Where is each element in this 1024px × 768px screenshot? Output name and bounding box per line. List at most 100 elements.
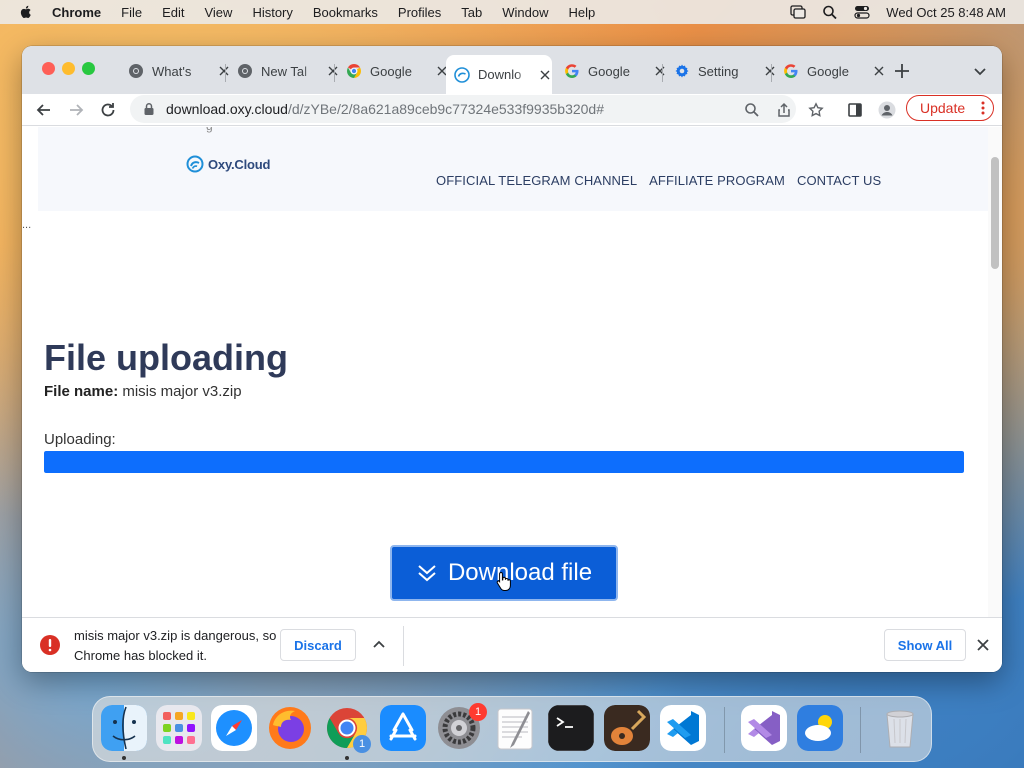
url-path: /d/zYBe/2/8a621a89ceb9c77324e533f9935b32…	[287, 101, 605, 117]
file-name-label: File name:	[44, 383, 119, 400]
nav-affiliate-program[interactable]: AFFILIATE PROGRAM	[649, 173, 785, 188]
nav-telegram-channel[interactable]: OFFICIAL TELEGRAM CHANNEL	[436, 173, 637, 188]
oxycloud-logo[interactable]: Oxy.Cloud	[186, 155, 270, 173]
tab-search-chevron-icon[interactable]	[972, 63, 988, 79]
tab-google-3[interactable]: Google	[775, 55, 887, 87]
menu-bookmarks[interactable]: Bookmarks	[313, 5, 378, 20]
chevron-up-icon[interactable]	[372, 638, 386, 652]
tab-title: Google	[370, 63, 412, 79]
clipped-text: g	[206, 127, 213, 133]
back-arrow-icon[interactable]	[34, 100, 54, 120]
dock-separator	[860, 707, 861, 753]
ellipsis-text: ...	[22, 219, 32, 231]
menu-app-name[interactable]: Chrome	[52, 5, 101, 20]
tab-close-icon[interactable]	[871, 63, 887, 79]
download-shelf: misis major v3.zip is dangerous, so Chro…	[22, 617, 1002, 672]
tab-separator	[771, 64, 772, 82]
tab-google-1[interactable]: Google	[338, 55, 450, 87]
menubar-clock[interactable]: Wed Oct 25 8:48 AM	[886, 5, 1006, 20]
close-window-button[interactable]	[42, 62, 55, 75]
file-name-value: misis major v3.zip	[122, 383, 242, 400]
new-tab-plus-icon[interactable]	[892, 61, 912, 81]
settings-dock-badge: 1	[469, 703, 487, 721]
share-icon[interactable]	[776, 102, 792, 118]
spotlight-search-icon[interactable]	[822, 5, 838, 19]
finder-icon[interactable]	[101, 705, 147, 751]
update-button[interactable]: Update	[906, 95, 994, 121]
tab-google-2[interactable]: Google	[556, 55, 668, 87]
browser-toolbar: download.oxy.cloud/d/zYBe/2/8a621a89ceb9…	[22, 94, 1002, 126]
google-g-icon	[565, 64, 579, 78]
forward-arrow-icon[interactable]	[66, 100, 86, 120]
more-vertical-icon	[981, 101, 985, 115]
chrome-dock-badge: 1	[353, 735, 371, 753]
tab-separator	[225, 64, 226, 82]
page-viewport: g Oxy.Cloud OFFICIAL TELEGRAM CHANNEL AF…	[22, 127, 988, 617]
garageband-icon[interactable]	[604, 705, 650, 751]
vscode-icon[interactable]	[660, 705, 706, 751]
menu-view[interactable]: View	[204, 5, 232, 20]
site-header: g Oxy.Cloud OFFICIAL TELEGRAM CHANNEL AF…	[38, 127, 988, 211]
scrollbar-thumb[interactable]	[991, 157, 999, 269]
safari-icon[interactable]	[211, 705, 257, 751]
danger-warning-icon	[40, 635, 60, 655]
textedit-icon[interactable]	[492, 705, 538, 751]
discard-button[interactable]: Discard	[280, 629, 356, 661]
profile-avatar-icon[interactable]	[878, 101, 896, 119]
tab-title: Setting	[698, 63, 739, 79]
hand-pointer-cursor-icon	[496, 571, 511, 591]
menu-file[interactable]: File	[121, 5, 142, 20]
nav-contact-us[interactable]: CONTACT US	[797, 173, 881, 188]
menu-window[interactable]: Window	[502, 5, 548, 20]
bookmark-star-icon[interactable]	[808, 102, 824, 118]
address-bar[interactable]: download.oxy.cloud/d/zYBe/2/8a621a89ceb9…	[130, 95, 796, 123]
zoom-search-icon[interactable]	[744, 102, 760, 118]
uploading-label: Uploading:	[44, 431, 116, 448]
lock-icon[interactable]	[142, 102, 156, 116]
close-icon[interactable]	[976, 638, 990, 652]
menu-tab[interactable]: Tab	[461, 5, 482, 20]
reload-icon[interactable]	[98, 100, 118, 120]
chrome-running-dot	[345, 756, 349, 760]
tab-separator	[334, 64, 335, 82]
page-title: File uploading	[44, 337, 288, 378]
tab-whats-new[interactable]: What's	[120, 55, 232, 87]
apple-icon[interactable]	[18, 4, 34, 20]
chrome-window: What's New Tal Google Downlo Google Sett…	[22, 46, 1002, 672]
launchpad-icon[interactable]	[156, 705, 202, 751]
dock-separator	[724, 707, 725, 753]
update-label: Update	[920, 100, 966, 116]
minimize-window-button[interactable]	[62, 62, 75, 75]
url-host: download.oxy.cloud	[166, 101, 288, 117]
trash-icon[interactable]	[877, 705, 923, 751]
app-store-icon[interactable]	[380, 705, 426, 751]
menu-profiles[interactable]: Profiles	[398, 5, 441, 20]
terminal-icon[interactable]	[548, 705, 594, 751]
show-all-button[interactable]: Show All	[884, 629, 966, 661]
screen-mirroring-icon[interactable]	[790, 5, 806, 19]
file-name-line: File name: misis major v3.zip	[44, 383, 242, 400]
control-center-icon[interactable]	[854, 5, 870, 19]
tab-settings[interactable]: Setting	[666, 55, 778, 87]
tab-title: Google	[807, 63, 849, 79]
menu-edit[interactable]: Edit	[162, 5, 184, 20]
chrome-logo-icon	[238, 64, 252, 78]
side-panel-icon[interactable]	[847, 102, 863, 118]
visual-studio-icon[interactable]	[741, 705, 787, 751]
zoom-window-button[interactable]	[82, 62, 95, 75]
tab-new-tab[interactable]: New Tal	[229, 55, 341, 87]
tab-download-active[interactable]: Downlo	[446, 55, 552, 94]
google-g-icon	[784, 64, 798, 78]
menu-history[interactable]: History	[252, 5, 292, 20]
tab-title: New Tal	[261, 63, 308, 79]
weather-icon[interactable]	[797, 705, 843, 751]
oxycloud-icon	[454, 66, 470, 83]
chrome-logo-icon	[129, 64, 143, 78]
page-scrollbar[interactable]	[988, 127, 1002, 617]
firefox-icon[interactable]	[267, 705, 313, 751]
macos-dock: 1 1	[92, 696, 932, 762]
gear-icon	[675, 64, 689, 78]
oxycloud-logo-icon	[186, 155, 204, 173]
menu-help[interactable]: Help	[569, 5, 596, 20]
tab-close-icon[interactable]	[537, 67, 552, 83]
